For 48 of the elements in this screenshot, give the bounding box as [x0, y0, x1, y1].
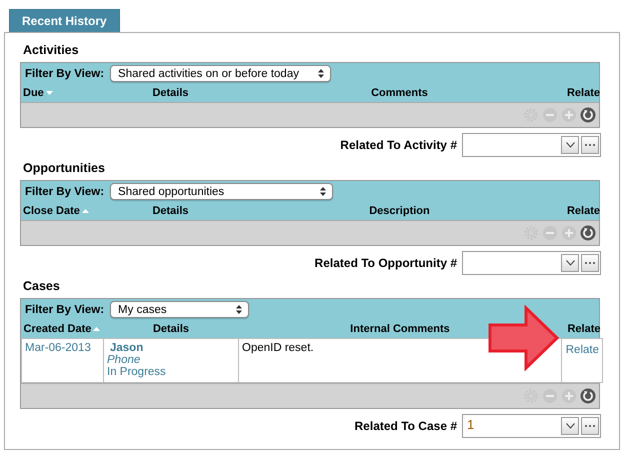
contact-name[interactable]: Jason — [110, 342, 144, 354]
column-header[interactable]: Internal Comments — [238, 320, 562, 338]
chevron-icon — [566, 260, 574, 266]
column-header[interactable]: Relate — [562, 320, 602, 338]
comment-text: OpenID reset. — [242, 342, 314, 354]
related-field[interactable]: 1 — [462, 414, 601, 438]
updown-icon — [318, 69, 324, 78]
case-status: In Progress — [107, 366, 166, 378]
filter-select[interactable]: My cases — [110, 301, 250, 318]
column-header[interactable]: Comments — [238, 84, 561, 102]
section-title: Cases — [23, 279, 60, 293]
filter-label: Filter By View: — [25, 186, 104, 198]
more-button[interactable] — [581, 254, 599, 272]
updown-icon — [320, 187, 326, 196]
more-button[interactable] — [581, 417, 599, 435]
updown-icon — [236, 305, 242, 314]
section-title: Opportunities — [23, 161, 105, 175]
related-label: Related To Case # — [354, 419, 457, 433]
column-header[interactable]: Close Date — [21, 202, 103, 220]
more-button[interactable] — [581, 136, 599, 154]
column-header[interactable]: Details — [104, 320, 238, 338]
column-header[interactable]: Description — [238, 202, 561, 220]
filter-label: Filter By View: — [25, 68, 104, 80]
column-header[interactable]: Details — [103, 84, 238, 102]
dropdown-button[interactable] — [561, 254, 579, 272]
refresh-icon[interactable] — [580, 225, 596, 241]
arrow-annotation — [488, 305, 560, 371]
column-header[interactable]: Relate — [561, 202, 602, 220]
dropdown-button[interactable] — [561, 417, 579, 435]
filter-select[interactable]: Shared activities on or before today — [110, 65, 332, 82]
case-type: Phone — [107, 354, 140, 366]
chevron-icon — [566, 142, 574, 148]
recent-history-tab[interactable]: Recent History — [9, 9, 120, 32]
chevron-icon — [566, 423, 574, 429]
dropdown-button[interactable] — [561, 136, 579, 154]
column-header[interactable]: Due — [21, 84, 103, 102]
related-label: Related To Activity # — [340, 138, 457, 152]
section-title: Activities — [23, 43, 79, 57]
column-header[interactable]: Created Date — [22, 320, 104, 338]
related-label: Related To Opportunity # — [314, 256, 457, 270]
related-field[interactable] — [462, 251, 601, 275]
related-field[interactable] — [462, 133, 601, 157]
filter-select[interactable]: Shared opportunities — [110, 183, 334, 200]
column-header[interactable]: Details — [103, 202, 238, 220]
column-header[interactable]: Relate — [561, 84, 602, 102]
refresh-icon[interactable] — [580, 107, 596, 123]
refresh-icon[interactable] — [580, 388, 596, 404]
filter-label: Filter By View: — [25, 304, 104, 316]
